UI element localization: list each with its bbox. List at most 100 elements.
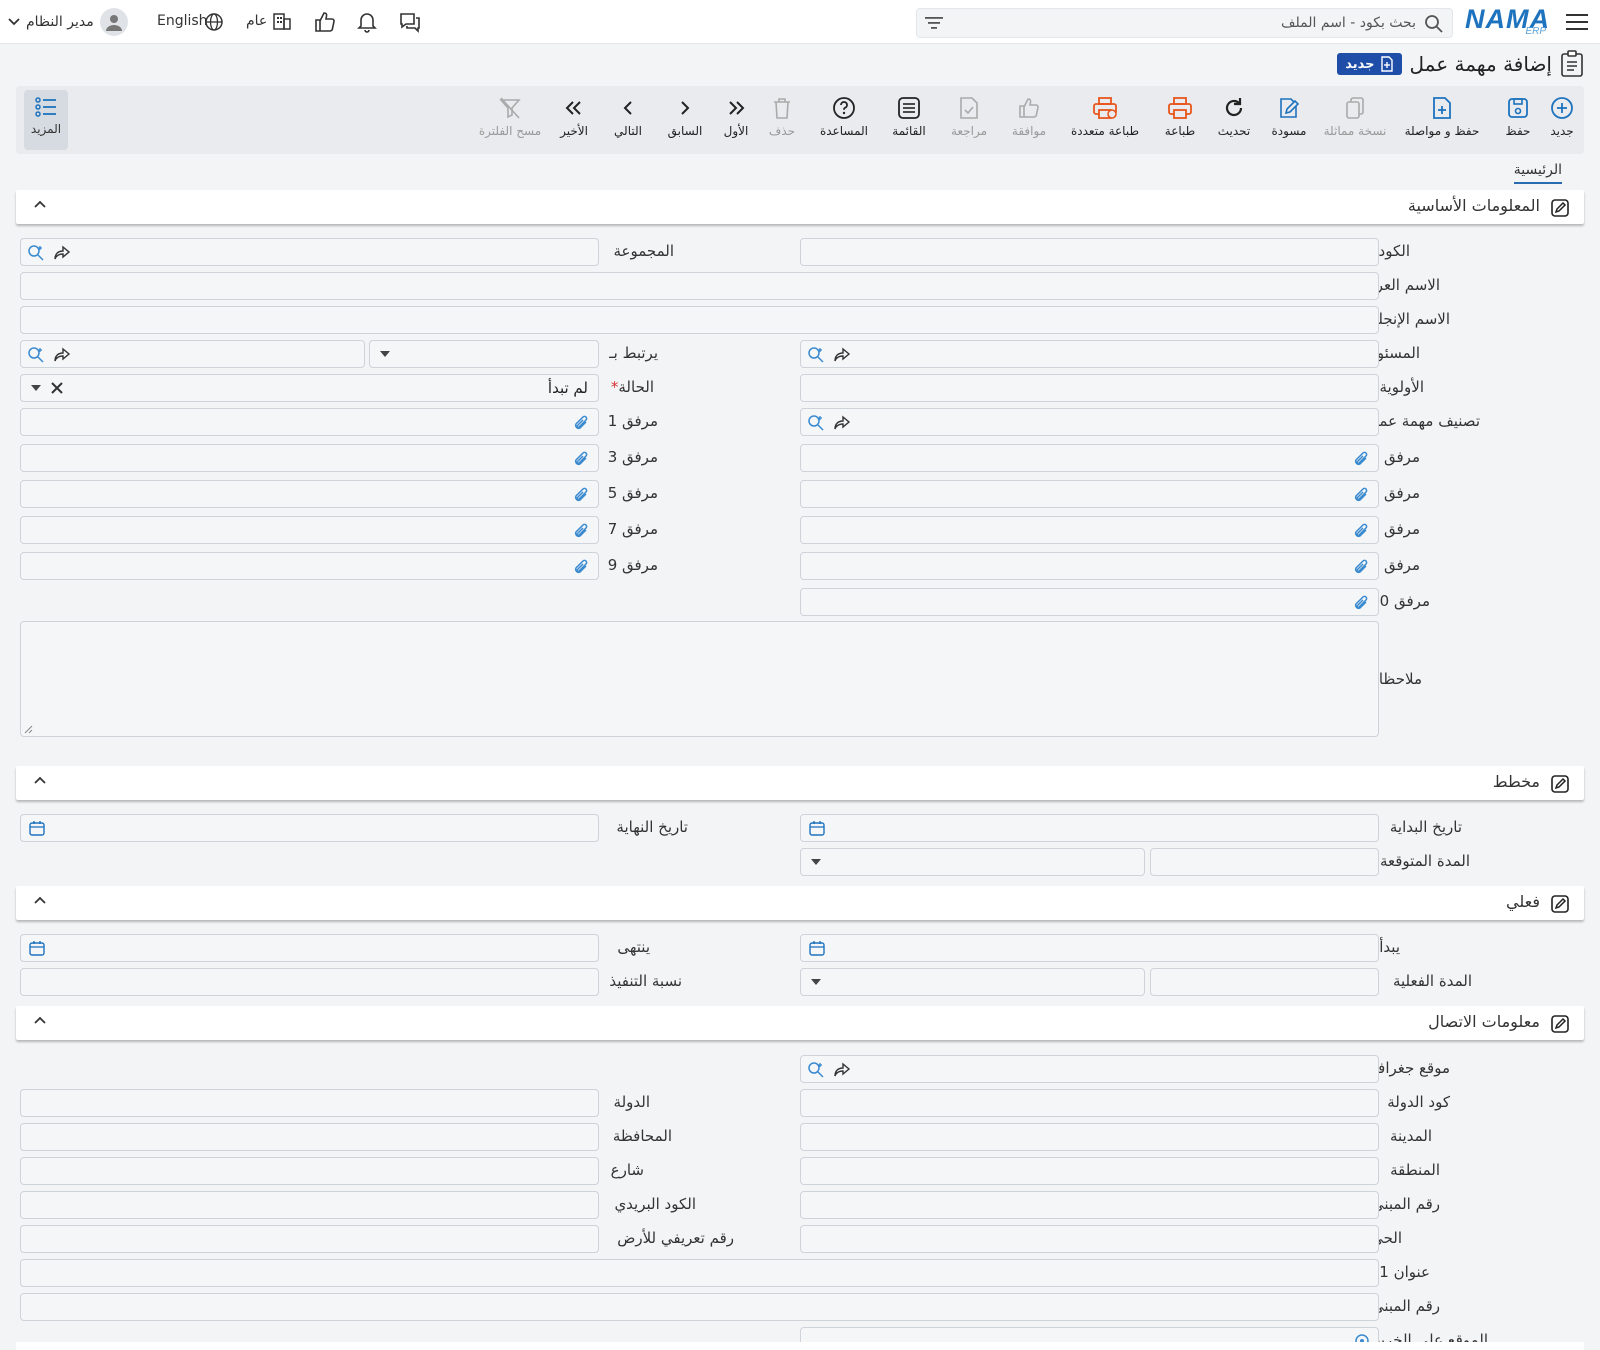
paperclip-icon[interactable] <box>1352 450 1370 468</box>
paperclip-icon[interactable] <box>572 450 590 468</box>
paperclip-icon[interactable] <box>1352 522 1370 540</box>
nama-logo[interactable]: NAMA ERP <box>1465 4 1550 38</box>
search-plus-icon[interactable] <box>27 244 45 262</box>
country-code-input[interactable] <box>800 1089 1379 1117</box>
search-plus-icon[interactable] <box>27 346 45 364</box>
attachment-8-input[interactable] <box>800 552 1379 580</box>
share-icon[interactable] <box>833 414 851 432</box>
group-input[interactable] <box>20 238 599 266</box>
actual-duration-unit-select[interactable] <box>800 968 1145 996</box>
attachment-4-input[interactable] <box>800 480 1379 508</box>
calendar-icon[interactable] <box>809 820 825 836</box>
code-input[interactable] <box>800 238 1379 266</box>
attachment-2-input[interactable] <box>800 444 1379 472</box>
search-plus-icon[interactable] <box>807 1061 825 1079</box>
priority-input[interactable] <box>800 374 1379 402</box>
district-input[interactable] <box>800 1225 1379 1253</box>
attachment-1-input[interactable] <box>20 408 599 436</box>
duplicate-button[interactable]: نسخة مماثلة <box>1320 92 1390 138</box>
geo-location-input[interactable] <box>800 1055 1379 1083</box>
search-input[interactable]: بحث بكود - اسم الملف <box>1281 15 1416 31</box>
street-input[interactable] <box>20 1157 599 1185</box>
section-actual[interactable]: فعلي <box>16 886 1584 920</box>
paperclip-icon[interactable] <box>572 414 590 432</box>
attachment-7-input[interactable] <box>20 516 599 544</box>
english-name-input[interactable] <box>20 306 1379 334</box>
share-icon[interactable] <box>53 346 71 364</box>
postal-code-input[interactable] <box>20 1191 599 1219</box>
paperclip-icon[interactable] <box>572 522 590 540</box>
bell-icon[interactable] <box>356 11 378 33</box>
approve-button[interactable]: موافقة <box>1004 92 1054 138</box>
clear-icon[interactable] <box>51 382 63 394</box>
ends-input[interactable] <box>20 934 599 962</box>
new-button[interactable]: جديد <box>1542 92 1582 138</box>
delete-button[interactable]: حذف <box>766 92 798 138</box>
attachment-9-input[interactable] <box>20 552 599 580</box>
previous-button[interactable]: السابق <box>662 92 708 138</box>
more-button[interactable]: المزيد <box>24 90 68 150</box>
paperclip-icon[interactable] <box>1352 594 1370 612</box>
filter-icon[interactable] <box>925 16 943 30</box>
attachment-10-input[interactable] <box>800 588 1379 616</box>
governorate-input[interactable] <box>20 1123 599 1151</box>
expected-duration-input[interactable] <box>1150 848 1379 876</box>
hamburger-icon[interactable] <box>1566 12 1588 32</box>
share-icon[interactable] <box>833 1061 851 1079</box>
last-button[interactable]: الأخير <box>554 92 594 138</box>
language-switch[interactable]: English <box>157 13 208 29</box>
related-entity-input[interactable] <box>20 340 365 368</box>
region-input[interactable] <box>800 1157 1379 1185</box>
building-no-input[interactable] <box>800 1191 1379 1219</box>
save-button[interactable]: حفظ <box>1498 92 1538 138</box>
chevron-up-icon[interactable] <box>34 896 46 906</box>
list-button[interactable]: القائمة <box>884 92 934 138</box>
arabic-name-input[interactable] <box>20 272 1379 300</box>
calendar-icon[interactable] <box>809 940 825 956</box>
paperclip-icon[interactable] <box>572 558 590 576</box>
next-button[interactable]: التالي <box>608 92 648 138</box>
tab-main[interactable]: الرئيسية <box>1513 162 1562 184</box>
chevron-up-icon[interactable] <box>34 1016 46 1026</box>
city-input[interactable] <box>800 1123 1379 1151</box>
building-icon[interactable] <box>272 11 292 31</box>
calendar-icon[interactable] <box>29 940 45 956</box>
starts-input[interactable] <box>800 934 1379 962</box>
save-continue-button[interactable]: حفظ و مواصلة <box>1400 92 1484 138</box>
clear-filter-button[interactable]: مسح الفلترة <box>478 92 542 138</box>
calendar-icon[interactable] <box>29 820 45 836</box>
caret-down-icon[interactable] <box>31 385 41 391</box>
section-basic-info[interactable]: المعلومات الأساسية <box>16 190 1584 224</box>
paperclip-icon[interactable] <box>572 486 590 504</box>
country-input[interactable] <box>20 1089 599 1117</box>
paperclip-icon[interactable] <box>1352 486 1370 504</box>
responsible-input[interactable] <box>800 340 1379 368</box>
search-plus-icon[interactable] <box>807 414 825 432</box>
classification-input[interactable] <box>800 408 1379 436</box>
start-date-input[interactable] <box>800 814 1379 842</box>
help-button[interactable]: المساعدة <box>814 92 874 138</box>
status-select[interactable]: لم تبدأ <box>20 374 599 402</box>
chevron-up-icon[interactable] <box>34 776 46 786</box>
chevron-up-icon[interactable] <box>34 200 46 210</box>
land-id-input[interactable] <box>20 1225 599 1253</box>
print-button[interactable]: طباعة <box>1160 92 1200 138</box>
share-icon[interactable] <box>833 346 851 364</box>
notes-textarea[interactable] <box>20 621 1379 737</box>
attachment-5-input[interactable] <box>20 480 599 508</box>
section-plan[interactable]: مخطط <box>16 766 1584 800</box>
end-date-input[interactable] <box>20 814 599 842</box>
draft-button[interactable]: مسودة <box>1266 92 1312 138</box>
paperclip-icon[interactable] <box>1352 558 1370 576</box>
resize-handle-icon[interactable] <box>23 724 33 734</box>
chat-icon[interactable] <box>398 11 422 33</box>
review-button[interactable]: مراجعة <box>944 92 994 138</box>
user-menu[interactable]: مدير النظام <box>8 8 128 36</box>
completion-input[interactable] <box>20 968 599 996</box>
branch-label[interactable]: عام <box>246 13 267 29</box>
refresh-button[interactable]: تحديث <box>1214 92 1254 138</box>
thumbs-up-icon[interactable] <box>314 11 336 33</box>
multi-print-button[interactable]: طباعة متعددة <box>1062 92 1148 138</box>
actual-duration-input[interactable] <box>1150 968 1379 996</box>
related-type-select[interactable] <box>369 340 599 368</box>
